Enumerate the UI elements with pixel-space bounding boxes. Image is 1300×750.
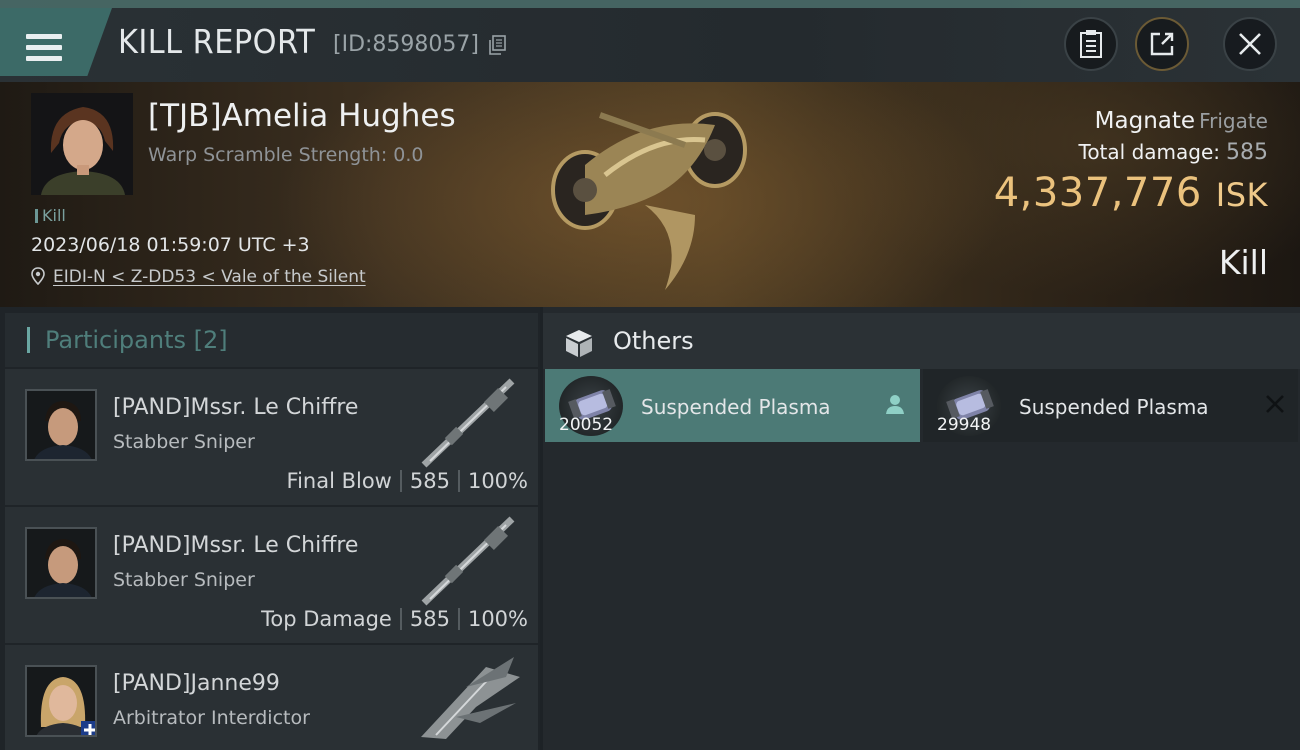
participant-ship: Arbitrator Interdictor bbox=[113, 707, 310, 729]
victim-name[interactable]: [TJB]Amelia Hughes bbox=[148, 98, 456, 134]
close-icon bbox=[1239, 33, 1261, 55]
copy-icon[interactable] bbox=[489, 35, 507, 55]
participant-damage: 585 bbox=[409, 607, 450, 631]
kill-tag-label: Kill bbox=[42, 206, 66, 225]
share-button[interactable] bbox=[1135, 17, 1189, 71]
participant-portrait bbox=[27, 667, 95, 735]
cargo-box-icon bbox=[566, 330, 592, 357]
clipboard-icon bbox=[1080, 30, 1102, 58]
clipboard-button[interactable] bbox=[1064, 17, 1118, 71]
victim-ship-type: Magnate Frigate bbox=[1095, 108, 1268, 134]
participant-stats: Final Blow 585 100% bbox=[287, 469, 528, 493]
weapon-module-icon bbox=[421, 378, 515, 468]
item-name: Suspended Plasma bbox=[1019, 395, 1209, 419]
victim-portrait-image bbox=[31, 93, 133, 195]
location-pin-icon bbox=[31, 267, 45, 285]
participant-name[interactable]: [PAND]Mssr. Le Chiffre bbox=[113, 533, 358, 558]
participant-row[interactable]: [PAND]Mssr. Le Chiffre Stabber Sniper To… bbox=[5, 507, 538, 643]
ship-model-icon bbox=[421, 657, 520, 739]
participant-portrait bbox=[27, 391, 95, 459]
menu-button[interactable] bbox=[0, 8, 112, 76]
page-title: KILL REPORT bbox=[118, 22, 316, 61]
total-damage-value: 585 bbox=[1226, 140, 1268, 165]
total-damage-label: Total damage: bbox=[1078, 140, 1221, 164]
avatar bbox=[25, 665, 97, 737]
location-link[interactable]: EIDI-N < Z-DD53 < Vale of the Silent bbox=[53, 267, 366, 287]
avatar bbox=[25, 389, 97, 461]
total-damage: Total damage: 585 bbox=[1079, 140, 1269, 165]
participant-percent: 100% bbox=[467, 469, 528, 493]
item-quantity: 29948 bbox=[937, 415, 992, 435]
item-card[interactable]: 29948 Suspended Plasma bbox=[923, 369, 1298, 442]
participant-percent: 100% bbox=[467, 607, 528, 631]
victim-portrait[interactable] bbox=[31, 93, 133, 195]
isk-value: 4,337,776 ISK bbox=[994, 170, 1268, 216]
title-bar: KILL REPORT [ID:8598057] bbox=[0, 0, 1300, 82]
warp-scramble-strength: Warp Scramble Strength: 0.0 bbox=[148, 144, 424, 166]
ship-class: Frigate bbox=[1199, 109, 1268, 133]
participant-name[interactable]: [PAND]Janne99 bbox=[113, 671, 280, 696]
participants-count: [2] bbox=[193, 326, 228, 354]
close-x-icon[interactable] bbox=[1264, 393, 1286, 415]
participants-header: Participants [2] bbox=[5, 313, 538, 367]
item-name: Suspended Plasma bbox=[641, 395, 831, 419]
participant-role: Top Damage bbox=[261, 607, 392, 631]
participant-name[interactable]: [PAND]Mssr. Le Chiffre bbox=[113, 395, 358, 420]
participant-stats: Top Damage 585 100% bbox=[261, 607, 528, 631]
kill-tag: Kill bbox=[35, 206, 66, 225]
participant-row[interactable]: [PAND]Janne99 Arbitrator Interdictor bbox=[5, 645, 538, 750]
avatar bbox=[25, 527, 97, 599]
participant-ship: Stabber Sniper bbox=[113, 569, 255, 591]
participant-portrait bbox=[27, 529, 95, 597]
user-icon bbox=[886, 395, 904, 414]
item-quantity: 20052 bbox=[559, 415, 614, 435]
kill-datetime: 2023/06/18 01:59:07 UTC +3 bbox=[31, 234, 310, 256]
isk-amount: 4,337,776 bbox=[993, 170, 1202, 216]
report-id: [ID:8598057] bbox=[333, 32, 479, 57]
others-header: Others bbox=[543, 313, 1300, 369]
participant-ship: Stabber Sniper bbox=[113, 431, 255, 453]
share-icon bbox=[1150, 32, 1174, 56]
close-button[interactable] bbox=[1223, 17, 1277, 71]
participants-title: Participants [2] bbox=[45, 326, 228, 354]
isk-currency: ISK bbox=[1215, 176, 1268, 214]
participant-damage: 585 bbox=[409, 469, 450, 493]
participants-header-bar bbox=[27, 327, 30, 353]
menu-icon bbox=[26, 34, 62, 62]
others-title: Others bbox=[613, 327, 694, 355]
weapon-module-icon bbox=[421, 516, 515, 606]
participants-label: Participants bbox=[45, 326, 186, 354]
item-card[interactable]: 20052 Suspended Plasma bbox=[545, 369, 920, 442]
result-label: Kill bbox=[1218, 243, 1268, 282]
victim-ship-image bbox=[551, 112, 747, 290]
ship-name: Magnate bbox=[1094, 108, 1196, 134]
header-accent-line bbox=[0, 0, 1300, 8]
participant-row[interactable]: [PAND]Mssr. Le Chiffre Stabber Sniper Fi… bbox=[5, 369, 538, 505]
participant-role: Final Blow bbox=[286, 469, 392, 493]
